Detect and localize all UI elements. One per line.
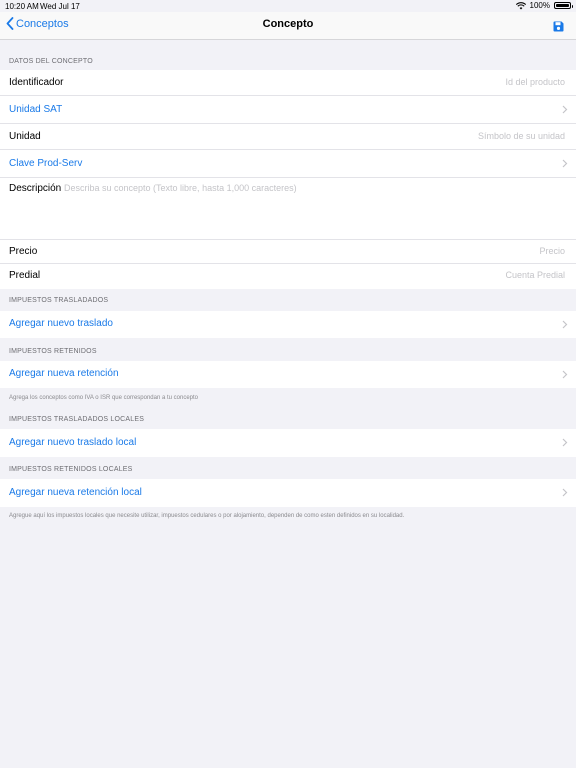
agregar-retencion-row[interactable]: Agregar nueva retención	[0, 361, 576, 388]
unidad-input[interactable]	[343, 130, 567, 142]
agregar-traslado-row[interactable]: Agregar nuevo traslado	[0, 311, 576, 338]
clave-prod-serv-label: Clave Prod-Serv	[9, 158, 83, 169]
agregar-traslado-label: Agregar nuevo traslado	[9, 318, 113, 329]
identificador-input[interactable]	[343, 76, 567, 88]
chevron-right-icon	[562, 105, 568, 114]
agregar-traslado-local-label: Agregar nuevo traslado local	[9, 437, 137, 448]
battery-icon	[554, 2, 573, 9]
agregar-retencion-label: Agregar nueva retención	[9, 368, 119, 379]
chevron-right-icon	[562, 438, 568, 447]
status-date: Wed Jul 17	[40, 2, 80, 11]
wifi-icon	[515, 1, 526, 9]
status-bar: 10:20 AM Wed Jul 17 100%	[0, 0, 576, 12]
retenidos-group: Agregar nueva retención	[0, 361, 576, 388]
precio-row[interactable]: Precio	[0, 240, 576, 264]
trasladados-locales-group: Agregar nuevo traslado local	[0, 429, 576, 457]
predial-label: Predial	[9, 270, 41, 281]
chevron-right-icon	[562, 159, 568, 168]
agregar-retencion-local-label: Agregar nueva retención local	[9, 487, 142, 498]
unidad-label: Unidad	[9, 131, 41, 142]
descripcion-textarea[interactable]: Describa su concepto (Texto libre, hasta…	[64, 183, 297, 193]
save-icon	[553, 21, 564, 32]
retenidos-locales-group: Agregar nueva retención local	[0, 479, 576, 507]
trasladados-group: Agregar nuevo traslado	[0, 311, 576, 338]
identificador-row[interactable]: Identificador	[0, 70, 576, 96]
precio-input[interactable]	[343, 245, 567, 257]
status-time: 10:20 AM	[5, 2, 39, 11]
agregar-traslado-local-row[interactable]: Agregar nuevo traslado local	[0, 429, 576, 457]
unidad-sat-row[interactable]: Unidad SAT	[0, 96, 576, 124]
descripcion-label: Descripción	[9, 183, 62, 194]
chevron-right-icon	[562, 320, 568, 329]
battery-percent: 100%	[529, 1, 550, 10]
predial-row[interactable]: Predial	[0, 264, 576, 289]
agregar-retencion-local-row[interactable]: Agregar nueva retención local	[0, 479, 576, 507]
chevron-right-icon	[562, 488, 568, 497]
section-header-retenidos: IMPUESTOS RETENIDOS	[9, 348, 97, 355]
section-header-datos: DATOS DEL CONCEPTO	[9, 58, 93, 65]
section-header-retenidos-locales: IMPUESTOS RETENIDOS LOCALES	[9, 466, 133, 473]
unidad-sat-label: Unidad SAT	[9, 104, 63, 115]
section-header-trasladados-locales: IMPUESTOS TRASLADADOS LOCALES	[9, 416, 145, 423]
datos-group: Identificador Unidad SAT Unidad Clave Pr…	[0, 70, 576, 289]
retenidos-footer: Agrega los conceptos como IVA o ISR que …	[9, 395, 199, 401]
unidad-row[interactable]: Unidad	[0, 124, 576, 150]
navigation-bar: Conceptos Concepto	[0, 12, 576, 40]
clave-prod-serv-row[interactable]: Clave Prod-Serv	[0, 150, 576, 178]
retenidos-locales-footer: Agregue aquí los impuestos locales que n…	[9, 513, 405, 519]
precio-label: Precio	[9, 246, 38, 257]
page-title: Concepto	[262, 18, 314, 30]
descripcion-row[interactable]: Descripción Describa su concepto (Texto …	[0, 178, 576, 240]
identificador-label: Identificador	[9, 77, 64, 88]
chevron-right-icon	[562, 370, 568, 379]
section-header-trasladados: IMPUESTOS TRASLADADOS	[9, 297, 109, 304]
predial-input[interactable]	[343, 269, 567, 281]
save-button[interactable]	[553, 19, 564, 37]
status-indicators: 100%	[515, 1, 573, 10]
